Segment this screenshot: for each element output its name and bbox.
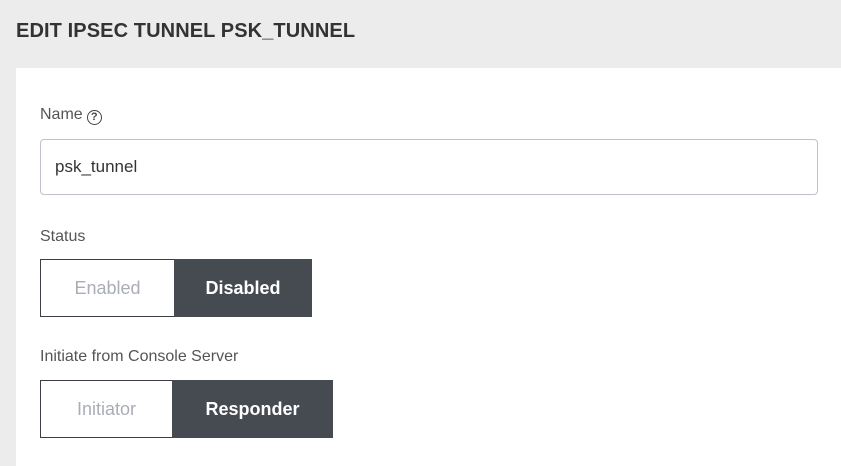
initiator-button[interactable]: Initiator <box>40 380 172 438</box>
page-title: EDIT IPSEC TUNNEL PSK_TUNNEL <box>16 20 356 42</box>
edit-form-panel: Name? Status Enabled Disabled Initiate f… <box>16 68 841 466</box>
status-enabled-button[interactable]: Enabled <box>40 259 174 317</box>
status-field-label: Status <box>40 228 86 245</box>
initiate-field-label: Initiate from Console Server <box>40 348 239 365</box>
status-disabled-button[interactable]: Disabled <box>174 259 312 317</box>
responder-button[interactable]: Responder <box>172 380 333 438</box>
page-header: EDIT IPSEC TUNNEL PSK_TUNNEL <box>0 0 841 68</box>
question-circle-icon[interactable]: ? <box>86 110 102 125</box>
initiate-toggle-group: Initiator Responder <box>40 380 333 438</box>
name-label-text: Name <box>40 106 83 123</box>
name-input[interactable] <box>40 139 818 195</box>
status-toggle-group: Enabled Disabled <box>40 259 312 317</box>
name-field-label: Name? <box>40 106 102 125</box>
